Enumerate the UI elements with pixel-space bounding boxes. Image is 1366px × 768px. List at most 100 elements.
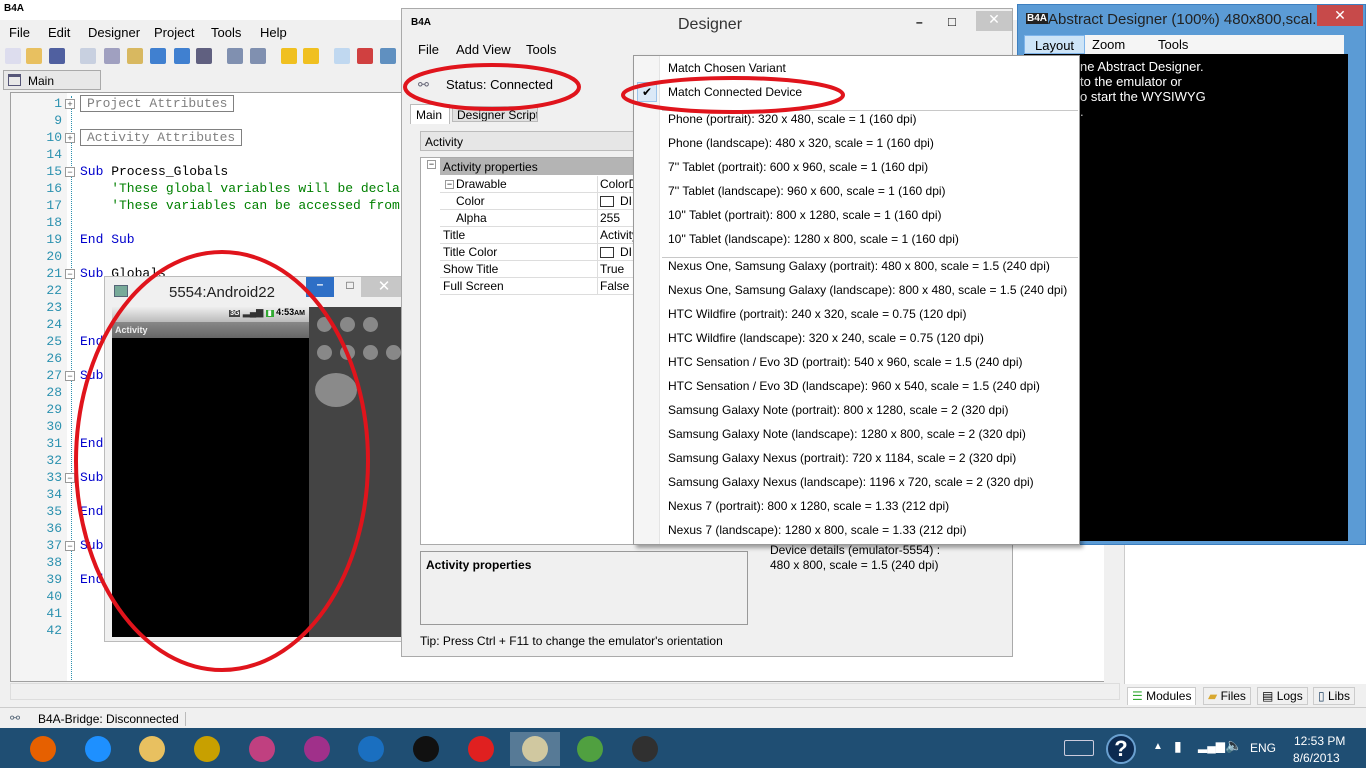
- taskbar-download-app[interactable]: [565, 732, 615, 766]
- property-value[interactable]: True: [597, 261, 637, 278]
- remove-bookmark-icon[interactable]: [357, 48, 373, 64]
- property-value[interactable]: False: [597, 278, 637, 295]
- open-folder-icon[interactable]: [26, 48, 42, 64]
- tab-libs[interactable]: ▯ Libs: [1313, 687, 1355, 705]
- menu-project[interactable]: Project: [154, 25, 194, 40]
- dropdown-item[interactable]: Samsung Galaxy Note (landscape): 1280 x …: [668, 427, 1026, 441]
- collapse-icon[interactable]: −: [65, 269, 75, 279]
- minimize-button[interactable]: –: [306, 277, 334, 297]
- code-line[interactable]: Sub: [80, 538, 103, 553]
- taskbar-remote-desktop[interactable]: [292, 732, 342, 766]
- activity-combo[interactable]: Activity: [420, 131, 640, 151]
- taskbar-basic4android[interactable]: [510, 732, 561, 766]
- designer-menu-tools[interactable]: Tools: [526, 42, 556, 57]
- taskbar-firefox[interactable]: [18, 732, 68, 766]
- horizontal-scrollbar[interactable]: [10, 683, 1120, 700]
- property-value[interactable]: DI: [597, 244, 637, 261]
- menu-help[interactable]: Help: [260, 25, 287, 40]
- dropdown-item[interactable]: 10'' Tablet (landscape): 1280 x 800, sca…: [668, 232, 959, 246]
- collapse-icon[interactable]: −: [445, 180, 454, 189]
- cut-icon[interactable]: [104, 48, 120, 64]
- dropdown-item[interactable]: 10'' Tablet (portrait): 800 x 1280, scal…: [668, 208, 942, 222]
- dropdown-item[interactable]: Nexus 7 (portrait): 800 x 1280, scale = …: [668, 499, 949, 513]
- tab-designer-scripts[interactable]: Designer Scripts: [452, 106, 538, 122]
- module-tab-main[interactable]: Main: [3, 70, 101, 90]
- volume-down-icon[interactable]: [317, 317, 332, 332]
- menu-icon[interactable]: [340, 345, 355, 360]
- keyboard-icon[interactable]: [1064, 740, 1094, 756]
- dropdown-item[interactable]: Samsung Galaxy Note (portrait): 800 x 12…: [668, 403, 1009, 417]
- maximize-button[interactable]: □: [948, 14, 956, 29]
- undo-icon[interactable]: [150, 48, 166, 64]
- property-value[interactable]: Activity: [597, 227, 637, 244]
- comment-icon[interactable]: [380, 48, 396, 64]
- menu-designer[interactable]: Designer: [88, 25, 140, 40]
- dropdown-item[interactable]: Nexus One, Samsung Galaxy (portrait): 48…: [668, 259, 1050, 273]
- property-value[interactable]: ColorDr: [597, 176, 637, 193]
- find-icon[interactable]: [196, 48, 212, 64]
- code-line[interactable]: Sub: [80, 470, 103, 485]
- outdent-icon[interactable]: [250, 48, 266, 64]
- dropdown-item[interactable]: HTC Wildfire (landscape): 320 x 240, sca…: [668, 331, 984, 345]
- dropdown-item[interactable]: Nexus 7 (landscape): 1280 x 800, scale =…: [668, 523, 967, 537]
- power-icon[interactable]: [363, 317, 378, 332]
- close-button[interactable]: ✕: [1317, 5, 1363, 26]
- dropdown-item[interactable]: 7'' Tablet (portrait): 600 x 960, scale …: [668, 160, 928, 174]
- taskbar-puzzle-app[interactable]: [237, 732, 287, 766]
- volume-icon[interactable]: 🔈: [1225, 737, 1242, 754]
- tab-modules[interactable]: ☰ Modules: [1127, 687, 1197, 705]
- menu-file[interactable]: File: [9, 25, 30, 40]
- category-activity-properties[interactable]: Activity properties: [440, 158, 640, 175]
- dropdown-item[interactable]: Samsung Galaxy Nexus (landscape): 1196 x…: [668, 475, 1034, 489]
- dropdown-item[interactable]: Match Connected Device: [668, 85, 802, 99]
- back-icon[interactable]: [363, 345, 378, 360]
- region-label[interactable]: Project Attributes: [80, 95, 235, 112]
- tab-files[interactable]: ▰ Files: [1203, 687, 1251, 705]
- region-label[interactable]: Activity Attributes: [80, 129, 243, 146]
- volume-up-icon[interactable]: [340, 317, 355, 332]
- save-icon[interactable]: [49, 48, 65, 64]
- show-hidden-icons[interactable]: ▲: [1153, 741, 1163, 752]
- dropdown-item[interactable]: 7'' Tablet (landscape): 960 x 600, scale…: [668, 184, 946, 198]
- code-line[interactable]: Activity Attributes: [80, 129, 243, 146]
- search-icon[interactable]: [386, 345, 401, 360]
- dpad-icon[interactable]: [315, 373, 357, 407]
- taskbar-android-sdk[interactable]: [620, 732, 670, 766]
- new-file-icon[interactable]: [5, 48, 21, 64]
- home-icon[interactable]: [317, 345, 332, 360]
- code-line[interactable]: Sub: [80, 368, 103, 383]
- maximize-button[interactable]: □: [336, 278, 364, 296]
- dropdown-item[interactable]: Nexus One, Samsung Galaxy (landscape): 8…: [668, 283, 1067, 297]
- dropdown-item[interactable]: Phone (portrait): 320 x 480, scale = 1 (…: [668, 112, 916, 126]
- abstract-menu-zoom[interactable]: Zoom: [1092, 37, 1125, 52]
- forward-arrow-icon[interactable]: [303, 48, 319, 64]
- collapse-icon[interactable]: −: [65, 473, 75, 483]
- indent-icon[interactable]: [227, 48, 243, 64]
- abstract-menu-layout[interactable]: Layout: [1024, 35, 1086, 54]
- tab-main[interactable]: Main: [410, 104, 450, 124]
- collapse-icon[interactable]: −: [427, 160, 436, 169]
- dropdown-item[interactable]: Samsung Galaxy Nexus (portrait): 720 x 1…: [668, 451, 1016, 465]
- expand-icon[interactable]: +: [65, 133, 75, 143]
- dropdown-item[interactable]: Match Chosen Variant: [668, 61, 786, 75]
- redo-icon[interactable]: [174, 48, 190, 64]
- taskbar-file-explorer[interactable]: [127, 732, 177, 766]
- taskbar-hp[interactable]: [346, 732, 396, 766]
- dropdown-item[interactable]: Phone (landscape): 480 x 320, scale = 1 …: [668, 136, 934, 150]
- code-line[interactable]: Project Attributes: [80, 95, 235, 112]
- abstract-menu-tools[interactable]: Tools: [1158, 37, 1188, 52]
- clock-date[interactable]: 8/6/2013: [1293, 751, 1340, 765]
- designer-menu-file[interactable]: File: [418, 42, 439, 57]
- network-signal-icon[interactable]: ▂▄▆: [1198, 739, 1225, 753]
- copy-icon[interactable]: [80, 48, 96, 64]
- designer-menu-add-view[interactable]: Add View: [456, 42, 511, 57]
- clock-time[interactable]: 12:53 PM: [1294, 734, 1345, 748]
- expand-icon[interactable]: +: [65, 99, 75, 109]
- bookmark-icon[interactable]: [334, 48, 350, 64]
- taskbar-flash-app[interactable]: [456, 732, 506, 766]
- minimize-button[interactable]: –: [916, 15, 923, 29]
- taskbar-media-player[interactable]: [182, 732, 232, 766]
- property-value[interactable]: 255: [597, 210, 637, 227]
- emulator-screen[interactable]: 3G ▂▄▆ ▮ 4:53AM Activity: [112, 307, 309, 637]
- power-status-icon[interactable]: ▮: [1174, 738, 1182, 755]
